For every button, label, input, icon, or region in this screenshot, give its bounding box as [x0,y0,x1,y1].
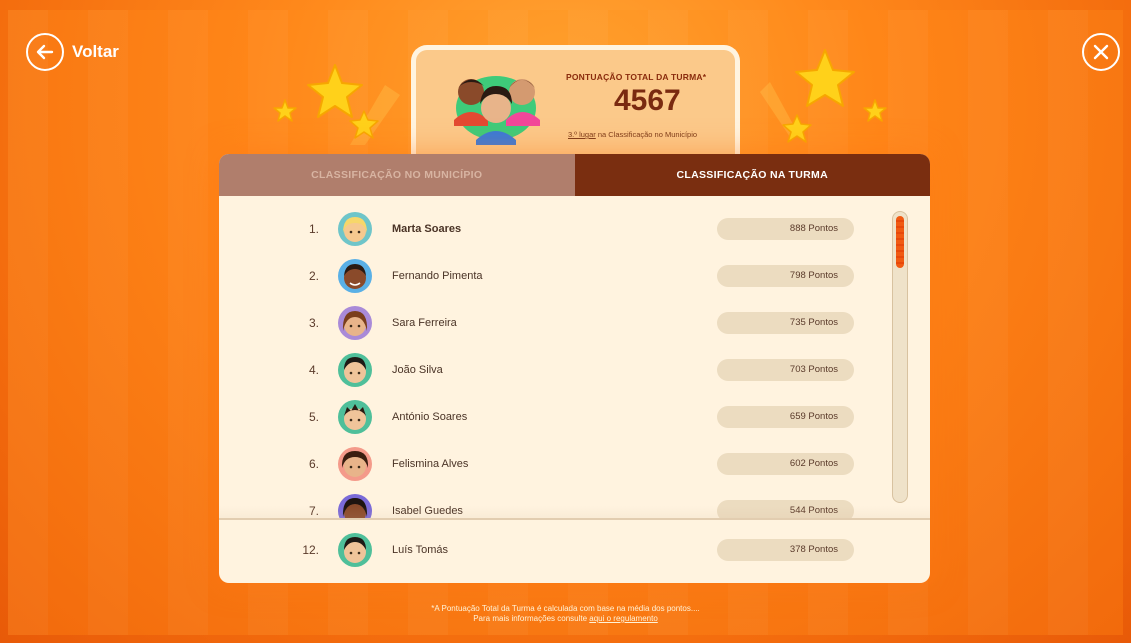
rank-number: 6. [308,456,319,471]
class-kids-icon [454,76,540,145]
class-score-value: 4567 [614,84,681,117]
tab-municipality[interactable]: CLASSIFICAÇÃO NO MUNICÍPIO [219,154,575,196]
girl-dark-icon [338,493,372,518]
player-points: 378 Pontos [717,538,854,561]
rank-number: 1. [308,221,319,236]
player-name: Felismina Alves [392,457,469,470]
boy-spiky-icon [338,399,372,434]
current-user-row[interactable]: 12. Luís Tomás 378 Pontos [219,526,930,573]
player-name: Luís Tomás [392,543,449,556]
leaderboard-panel: CLASSIFICAÇÃO NO MUNICÍPIO CLASSIFICAÇÃO… [219,154,930,583]
ranking-row[interactable]: 1. Marta Soares 888 Pontos [219,205,930,252]
ranking-row[interactable]: 3. Sara Ferreira 735 Pontos [219,299,930,346]
ranking-row[interactable]: 6. Felismina Alves 602 Pontos [219,440,930,487]
girl-blonde-icon [338,211,372,246]
player-points: 602 Pontos [717,452,854,475]
scrollbar-thumb[interactable] [896,216,904,268]
rank-number: 7. [308,503,319,518]
star-small-icon [349,110,379,139]
player-name: Fernando Pimenta [392,269,483,282]
footnote: *A Pontuação Total da Turma é calculada … [0,604,1131,624]
class-rank-suffix: na Classificação no Município [595,130,698,139]
star-decoration-left-icon [307,64,400,145]
tab-class[interactable]: CLASSIFICAÇÃO NA TURMA [574,154,930,196]
player-name: António Soares [392,410,468,423]
rank-number: 5. [308,409,319,424]
girl-curly-icon [338,446,372,481]
class-score-title: PONTUAÇÃO TOTAL DA TURMA* [566,72,707,82]
girl-brown-icon [338,305,372,340]
player-points: 703 Pontos [717,358,854,381]
back-button[interactable]: Voltar [26,33,119,71]
boy-curly-icon [338,532,372,567]
boy-curly-icon [338,352,372,387]
close-icon [1082,33,1120,71]
player-name: João Silva [392,363,443,376]
player-points: 888 Pontos [717,217,854,240]
player-name: Sara Ferreira [392,316,457,329]
ranking-row[interactable]: 2. Fernando Pimenta 798 Pontos [219,252,930,299]
rank-number: 3. [308,315,319,330]
player-points: 544 Pontos [717,499,854,518]
class-rank-text: 3.º lugar na Classificação no Município [568,130,697,139]
footnote-line2: Para mais informações consulte aqui o re… [0,614,1131,624]
back-label: Voltar [72,42,119,61]
rank-number: 12. [302,542,319,557]
rank-number: 4. [308,362,319,377]
class-score-card: PONTUAÇÃO TOTAL DA TURMA* 4567 3.º lugar… [411,45,740,163]
close-button[interactable] [1082,33,1120,71]
rank-number: 2. [308,268,319,283]
player-points: 798 Pontos [717,264,854,287]
current-user-divider [219,518,930,520]
ranking-row[interactable]: 7. Isabel Guedes 544 Pontos [219,487,930,518]
star-decoration-right-icon [760,49,855,137]
footnote-prefix: Para mais informações consulte [473,614,590,623]
player-points: 735 Pontos [717,311,854,334]
regulation-link[interactable]: aqui o regulamento [589,614,658,623]
player-name: Isabel Guedes [392,504,463,517]
boy-dark-icon [338,258,372,293]
class-rank-link[interactable]: 3.º lugar [568,130,596,139]
star-small-icon [863,99,887,122]
star-small-icon [782,114,812,143]
ranking-row[interactable]: 5. António Soares 659 Pontos [219,393,930,440]
ranking-list[interactable]: 1. Marta Soares 888 Pontos 2. Fernando P… [219,196,930,518]
footnote-line1: *A Pontuação Total da Turma é calculada … [431,604,700,613]
star-small-icon [273,99,297,122]
ranking-row[interactable]: 4. João Silva 703 Pontos [219,346,930,393]
arrow-left-icon [26,33,64,71]
ranking-scrollbar[interactable] [892,211,908,503]
player-name: Marta Soares [392,222,462,235]
leaderboard-tabs: CLASSIFICAÇÃO NO MUNICÍPIO CLASSIFICAÇÃO… [219,154,930,196]
player-points: 659 Pontos [717,405,854,428]
